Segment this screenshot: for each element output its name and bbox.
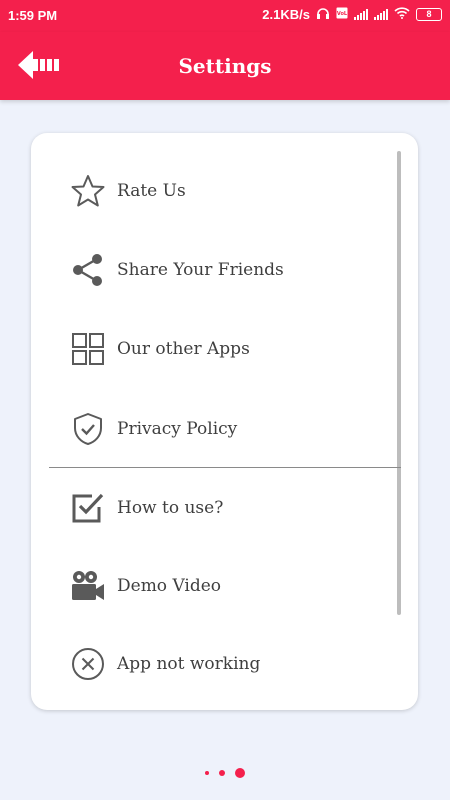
wifi-icon: [394, 7, 410, 22]
menu-item-privacy-policy[interactable]: Privacy Policy: [31, 399, 391, 459]
settings-card: Rate Us Share Your Friends Our other App…: [31, 133, 418, 710]
battery-level: 8: [426, 9, 432, 19]
status-bar: 1:59 PM 2.1KB/s VoL 8: [0, 0, 450, 32]
divider: [49, 467, 401, 468]
share-icon: [69, 251, 107, 289]
page-dot-1[interactable]: [205, 771, 209, 775]
checkbox-icon: [69, 489, 107, 527]
menu-item-rate-us[interactable]: Rate Us: [31, 161, 391, 221]
page-dot-2[interactable]: [219, 770, 225, 776]
menu-item-demo-video[interactable]: Demo Video: [31, 556, 391, 616]
page-indicator: [0, 768, 450, 778]
signal-2-icon: [374, 9, 388, 20]
page-title: Settings: [178, 54, 272, 78]
menu-item-label: How to use?: [117, 498, 224, 518]
svg-text:VoL: VoL: [337, 11, 348, 17]
volte-icon: VoL: [336, 7, 348, 22]
video-camera-icon: [69, 567, 107, 605]
page-dot-3-active[interactable]: [235, 768, 245, 778]
signal-1-icon: [354, 9, 368, 20]
status-icons: 2.1KB/s VoL 8: [262, 7, 442, 22]
menu-item-label: Rate Us: [117, 181, 186, 201]
menu-item-label: Demo Video: [117, 576, 222, 596]
menu-item-share[interactable]: Share Your Friends: [31, 240, 391, 300]
menu-item-label: Privacy Policy: [117, 419, 238, 439]
menu-item-app-not-working[interactable]: App not working: [31, 634, 391, 694]
grid-icon: [69, 330, 107, 368]
star-icon: [69, 172, 107, 210]
app-toolbar: Settings: [0, 32, 450, 100]
battery-icon: 8: [416, 8, 442, 21]
menu-item-label: App not working: [117, 654, 261, 674]
status-time: 1:59 PM: [8, 8, 58, 23]
menu-item-label: Share Your Friends: [117, 260, 284, 280]
shield-check-icon: [69, 410, 107, 448]
scrollbar[interactable]: [397, 151, 401, 615]
headset-icon: [316, 7, 330, 22]
close-circle-icon: [69, 645, 107, 683]
menu-item-label: Our other Apps: [117, 339, 250, 359]
menu-item-other-apps[interactable]: Our other Apps: [31, 319, 391, 379]
menu-item-how-to-use[interactable]: How to use?: [31, 478, 391, 538]
network-speed: 2.1KB/s: [262, 7, 310, 22]
